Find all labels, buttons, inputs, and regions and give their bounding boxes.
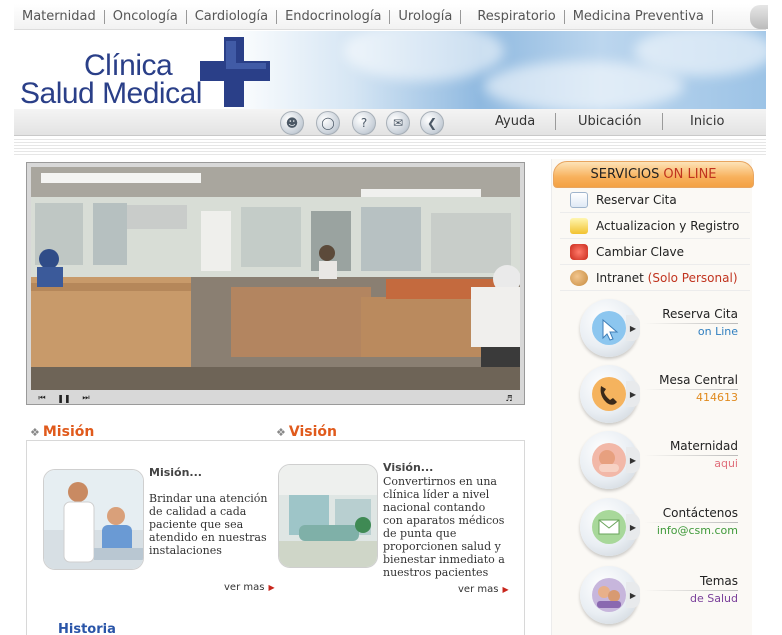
nav-item-respiratorio[interactable]: Respiratorio bbox=[469, 9, 565, 24]
services-header-accent: ON LINE bbox=[663, 167, 717, 182]
card-title: Maternidad bbox=[669, 439, 738, 453]
service-label: Cambiar Clave bbox=[596, 245, 685, 259]
nav-item-maternidad[interactable]: Maternidad bbox=[14, 9, 105, 24]
vision-ver-mas-link[interactable]: ver mas ▶ bbox=[458, 584, 509, 595]
divider bbox=[555, 113, 556, 130]
back-icon[interactable]: ❮ bbox=[420, 111, 444, 135]
vision-heading: ❖ Visión bbox=[276, 424, 337, 440]
header-banner: Clínica Salud Medical bbox=[14, 31, 766, 109]
checklist-icon bbox=[570, 192, 588, 208]
vision-text: Convertirnos en una clínica líder a nive… bbox=[383, 475, 505, 579]
mision-heading: ❖ Misión bbox=[30, 424, 94, 440]
arrow-icon: ❖ bbox=[30, 426, 40, 439]
card-temas-de-salud[interactable]: ▶ Temas de Salud bbox=[580, 566, 752, 624]
service-cambiar-clave[interactable]: Cambiar Clave bbox=[560, 240, 750, 265]
mail-icon[interactable]: ✉ bbox=[386, 111, 410, 135]
services-header-main: SERVICIOS bbox=[590, 167, 660, 182]
nav-end-cap bbox=[750, 5, 768, 29]
nav-item-cardiologia[interactable]: Cardiología bbox=[187, 9, 278, 24]
chevron-right-icon: ▶ bbox=[626, 381, 640, 407]
card-title: Reserva Cita bbox=[662, 307, 738, 321]
service-label: Actualizacion y Registro bbox=[596, 219, 740, 233]
pencil-icon bbox=[570, 218, 588, 234]
card-reserva-cita[interactable]: ▶ Reserva Cita on Line bbox=[580, 299, 752, 357]
nav-item-urologia[interactable]: Urología bbox=[390, 9, 462, 24]
service-intranet[interactable]: Intranet (Solo Personal) bbox=[560, 266, 750, 291]
volume-icon[interactable]: ♬ bbox=[498, 394, 520, 403]
nav-item-endocrinologia[interactable]: Endocrinología bbox=[277, 9, 391, 24]
card-title: Temas bbox=[700, 574, 738, 588]
mision-title: Misión... bbox=[149, 466, 202, 479]
triangle-right-icon: ▶ bbox=[268, 583, 275, 592]
medical-cross-logo bbox=[200, 37, 270, 107]
card-contactenos[interactable]: ▶ Contáctenos info@csm.com bbox=[580, 498, 752, 556]
help-icon[interactable]: ? bbox=[352, 111, 376, 135]
clinic-lobby-photo bbox=[278, 464, 378, 568]
logo-line2: Salud Medical bbox=[20, 77, 202, 109]
service-label: Reservar Cita bbox=[596, 193, 677, 207]
divider bbox=[644, 323, 738, 324]
chevron-right-icon: ▶ bbox=[626, 447, 640, 473]
services-header: SERVICIOS ON LINE bbox=[553, 161, 754, 188]
mision-ver-mas-link[interactable]: ver mas ▶ bbox=[224, 582, 275, 593]
prev-icon[interactable]: ⏮ bbox=[31, 393, 53, 403]
vision-heading-text: Visión bbox=[288, 424, 337, 440]
divider bbox=[644, 590, 738, 591]
cloud-decoration bbox=[344, 31, 504, 81]
users-icon bbox=[570, 270, 588, 286]
triangle-right-icon: ▶ bbox=[502, 585, 509, 594]
service-reservar-cita[interactable]: Reservar Cita bbox=[560, 188, 750, 213]
divider bbox=[644, 389, 738, 390]
link-ayuda[interactable]: Ayuda bbox=[495, 114, 535, 129]
next-icon[interactable]: ⏭ bbox=[75, 393, 97, 403]
card-subtitle: info@csm.com bbox=[656, 524, 738, 537]
card-subtitle: on Line bbox=[697, 325, 738, 338]
chevron-right-icon: ▶ bbox=[626, 315, 640, 341]
video-frame[interactable] bbox=[31, 167, 520, 390]
people-icon[interactable]: ☻ bbox=[280, 111, 304, 135]
chat-icon[interactable]: ◯ bbox=[316, 111, 340, 135]
card-mesa-central[interactable]: ▶ Mesa Central 414613 bbox=[580, 365, 752, 423]
card-subtitle: 414613 bbox=[696, 391, 738, 404]
power-icon bbox=[570, 244, 588, 260]
chevron-right-icon: ▶ bbox=[626, 514, 640, 540]
doctor-photo bbox=[43, 469, 144, 570]
page: Maternidad Oncología Cardiología Endocri… bbox=[0, 0, 782, 635]
chevron-right-icon: ▶ bbox=[626, 582, 640, 608]
card-subtitle: aqui bbox=[714, 457, 738, 470]
historia-heading[interactable]: Historia bbox=[58, 622, 116, 635]
card-title: Contáctenos bbox=[662, 506, 738, 520]
card-maternidad[interactable]: ▶ Maternidad aqui bbox=[580, 431, 752, 489]
sub-nav-bar: ☻ ◯ ? ✉ ❮ Ayuda Ubicación Inicio bbox=[14, 109, 766, 136]
nav-item-medicina-preventiva[interactable]: Medicina Preventiva bbox=[565, 9, 713, 24]
divider bbox=[662, 113, 663, 130]
service-label-accent: (Solo Personal) bbox=[647, 271, 738, 285]
card-subtitle: de Salud bbox=[690, 592, 738, 605]
ver-mas-label: ver mas bbox=[224, 582, 265, 593]
video-player[interactable]: ⏮ ❚❚ ⏭ ♬ bbox=[26, 162, 525, 405]
mision-text: Brindar una atención de calidad a cada p… bbox=[149, 492, 268, 557]
link-inicio[interactable]: Inicio bbox=[690, 114, 724, 129]
arrow-icon: ❖ bbox=[276, 426, 286, 439]
nav-item-oncologia[interactable]: Oncología bbox=[105, 9, 187, 24]
top-nav: Maternidad Oncología Cardiología Endocri… bbox=[14, 4, 768, 30]
divider bbox=[644, 522, 738, 523]
mision-heading-text: Misión bbox=[42, 424, 95, 440]
service-label: Intranet bbox=[596, 271, 644, 285]
video-controls: ⏮ ❚❚ ⏭ ♬ bbox=[31, 392, 520, 404]
vision-title: Visión... bbox=[383, 461, 434, 474]
pause-icon[interactable]: ❚❚ bbox=[53, 394, 75, 403]
separator-stripes bbox=[14, 137, 766, 155]
divider bbox=[644, 455, 738, 456]
link-ubicacion[interactable]: Ubicación bbox=[578, 114, 641, 129]
clinic-interior-image bbox=[31, 167, 520, 390]
ver-mas-label: ver mas bbox=[458, 584, 499, 595]
card-title: Mesa Central bbox=[659, 373, 738, 387]
service-actualizacion-registro[interactable]: Actualizacion y Registro bbox=[560, 214, 750, 239]
